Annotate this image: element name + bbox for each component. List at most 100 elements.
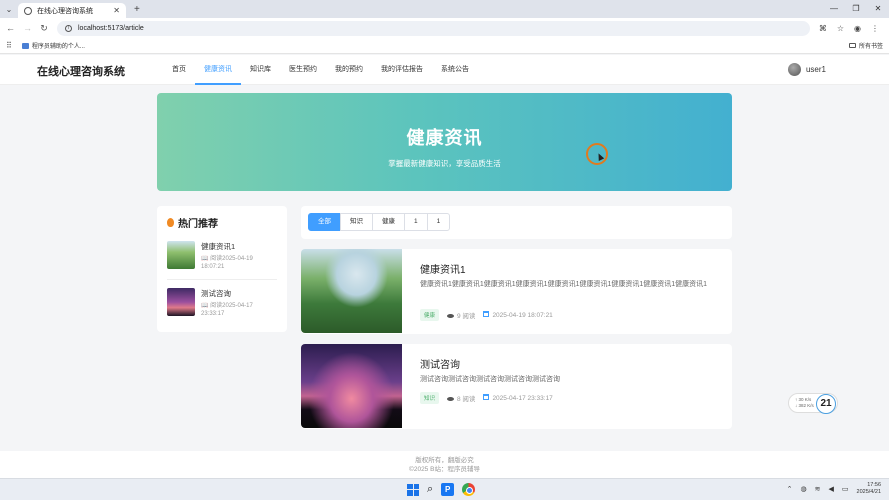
site-logo[interactable]: 在线心理咨询系统	[37, 63, 125, 79]
menu-item-my-reports[interactable]: 我的评估报告	[372, 55, 432, 85]
hot-item-thumbnail[interactable]	[167, 288, 195, 316]
user-menu[interactable]: user1	[787, 63, 826, 76]
more-menu-icon[interactable]: ⋮	[871, 24, 879, 33]
toolbar-actions: ⌘ ☆ ◉ ⋮	[819, 24, 883, 33]
menu-item-doctor-booking[interactable]: 医生预约	[280, 55, 326, 85]
article-meta: 健康 9 阅读 2025-04-19 18:07:21	[420, 309, 553, 321]
article-card[interactable]: 健康资讯1 健康资讯1健康资讯1健康资讯1健康资讯1健康资讯1健康资讯1健康资讯…	[301, 249, 732, 334]
banner-subtitle: 掌握最新健康知识，享受品质生活	[388, 159, 501, 168]
os-taskbar: ⌕ P ⌃ ◍ ≋ ◀ ▭ 17:56 2025/4/21	[0, 478, 889, 500]
clock-time: 17:56	[867, 482, 881, 488]
panel-title: 热门推荐	[167, 215, 277, 230]
article-meta: 知识 8 阅读 2025-04-17 23:33:17	[420, 392, 553, 404]
menu-item-knowledge[interactable]: 知识库	[241, 55, 280, 85]
tab-favicon-icon	[24, 6, 32, 15]
url-bar[interactable]: i localhost:5173/article	[57, 20, 810, 36]
url-text[interactable]: localhost:5173/article	[78, 25, 144, 32]
article-image[interactable]	[301, 249, 402, 333]
views-meta: 9 阅读	[447, 310, 475, 320]
menu-item-home[interactable]: 首页	[163, 55, 195, 85]
filter-chip-1a[interactable]: 1	[404, 213, 428, 231]
hot-item-meta-text: 阅读2025-04-17 23:33:17	[201, 303, 253, 317]
maximize-button[interactable]: ❐	[845, 0, 867, 18]
article-card[interactable]: 测试咨询 测试咨询测试咨询测试咨询测试咨询测试咨询 知识 8 阅读 2025-0…	[301, 344, 732, 429]
taskbar-apps: ⌕ P	[407, 483, 476, 496]
fire-icon	[167, 218, 174, 227]
app-p-icon[interactable]: P	[441, 483, 455, 496]
network-speed-text: ↑ 30 K/s ↓ 382 K/s	[795, 397, 814, 409]
views-count: 8 阅读	[457, 396, 476, 403]
hot-recommend-panel: 热门推荐 健康资讯1 📖 阅读2025-04-19 18:07:21 测试咨询 …	[157, 206, 287, 332]
hot-item-title[interactable]: 测试咨询	[201, 288, 277, 299]
category-filter: 全部 知识 健康 1 1	[301, 206, 732, 239]
wifi-icon[interactable]: ≋	[815, 485, 821, 493]
menu-item-announcements[interactable]: 系统公告	[432, 55, 478, 85]
system-clock[interactable]: 17:56 2025/4/21	[857, 482, 881, 496]
new-tab-button[interactable]: +	[134, 4, 140, 15]
hot-item-meta: 📖 阅读2025-04-17 23:33:17	[201, 302, 277, 318]
article-excerpt: 健康资讯1健康资讯1健康资讯1健康资讯1健康资讯1健康资讯1健康资讯1健康资讯1…	[420, 281, 708, 288]
footer-copyright: 版权所有，翻版必究	[415, 457, 474, 464]
back-icon[interactable]: ←	[6, 23, 15, 33]
close-window-button[interactable]: ✕	[867, 0, 889, 18]
tray-app-icon[interactable]: ◍	[801, 485, 807, 493]
avatar[interactable]	[787, 63, 801, 76]
browser-tabbar: ⌄ 在线心理咨询系统 ✕ + — ❐ ✕	[0, 0, 889, 18]
filter-chip-knowledge[interactable]: 知识	[340, 213, 373, 231]
download-speed: ↓ 382 K/s	[795, 403, 814, 408]
filter-chip-all[interactable]: 全部	[308, 213, 341, 231]
apps-grid-icon[interactable]: ⠿	[6, 41, 12, 50]
read-book-icon: 📖	[201, 303, 209, 309]
translate-icon[interactable]: ⌘	[819, 24, 827, 33]
all-bookmarks-button[interactable]: 所有书签	[848, 41, 883, 50]
article-tag-badge: 健康	[420, 309, 440, 321]
date-meta: 2025-04-19 18:07:21	[483, 311, 553, 319]
profile-icon[interactable]: ◉	[854, 24, 861, 33]
tray-chevron-icon[interactable]: ⌃	[787, 485, 793, 493]
battery-icon[interactable]: ▭	[842, 485, 849, 493]
hot-item[interactable]: 健康资讯1 📖 阅读2025-04-19 18:07:21	[167, 241, 277, 271]
all-bookmarks-label: 所有书签	[858, 44, 883, 50]
tab-close-icon[interactable]: ✕	[113, 6, 120, 15]
username[interactable]: user1	[806, 65, 826, 74]
menu-item-health-news[interactable]: 健康资讯	[195, 55, 241, 85]
site-header: 在线心理咨询系统 首页 健康资讯 知识库 医生预约 我的预约 我的评估报告 系统…	[0, 55, 889, 85]
minimize-button[interactable]: —	[823, 0, 845, 18]
windows-start-icon[interactable]	[407, 483, 419, 496]
calendar-icon	[483, 394, 490, 400]
bookmark-star-icon[interactable]: ☆	[837, 24, 844, 33]
tab-title: 在线心理咨询系统	[37, 7, 93, 15]
filter-chip-health[interactable]: 健康	[372, 213, 405, 231]
address-toolbar: ← → ↻ i localhost:5173/article ⌘ ☆ ◉ ⋮	[0, 18, 889, 38]
site-info-icon[interactable]: i	[65, 24, 72, 32]
forward-icon[interactable]: →	[23, 23, 32, 33]
bookmark-favicon-icon	[21, 42, 29, 49]
volume-icon[interactable]: ◀	[829, 485, 834, 493]
filter-chip-1b[interactable]: 1	[426, 213, 451, 231]
browser-tab[interactable]: 在线心理咨询系统 ✕	[18, 3, 126, 18]
hot-item-title[interactable]: 健康资讯1	[201, 241, 277, 252]
bookmark-label: 程序员辅助的个人...	[31, 44, 85, 50]
network-speed-widget[interactable]: ↑ 30 K/s ↓ 382 K/s 21	[788, 393, 838, 414]
footer-credit: ©2025 B站：程序员辅导	[409, 466, 480, 473]
hero-banner: 健康资讯 掌握最新健康知识，享受品质生活	[157, 93, 732, 191]
article-tag-badge: 知识	[420, 392, 440, 404]
banner-title: 健康资讯	[406, 128, 483, 148]
system-tray: ⌃ ◍ ≋ ◀ ▭ 17:56 2025/4/21	[787, 482, 881, 496]
hot-item-meta: 📖 阅读2025-04-19 18:07:21	[201, 255, 277, 271]
menu-item-my-appointments[interactable]: 我的预约	[326, 55, 372, 85]
article-date: 2025-04-17 23:33:17	[492, 395, 553, 402]
chrome-icon[interactable]	[462, 483, 476, 496]
hot-item[interactable]: 测试咨询 📖 阅读2025-04-17 23:33:17	[167, 279, 277, 318]
bookmark-item[interactable]: 程序员辅助的个人...	[21, 41, 85, 50]
article-excerpt: 测试咨询测试咨询测试咨询测试咨询测试咨询	[420, 376, 560, 383]
hot-item-thumbnail[interactable]	[167, 241, 195, 269]
article-title[interactable]: 测试咨询	[420, 356, 460, 371]
clock-date: 2025/4/21	[856, 489, 881, 495]
article-title[interactable]: 健康资讯1	[420, 261, 466, 276]
date-meta: 2025-04-17 23:33:17	[483, 394, 553, 402]
search-icon[interactable]: ⌕	[427, 483, 433, 496]
article-image[interactable]	[301, 344, 402, 428]
reload-icon[interactable]: ↻	[40, 23, 48, 34]
tab-search-icon[interactable]: ⌄	[0, 0, 18, 18]
